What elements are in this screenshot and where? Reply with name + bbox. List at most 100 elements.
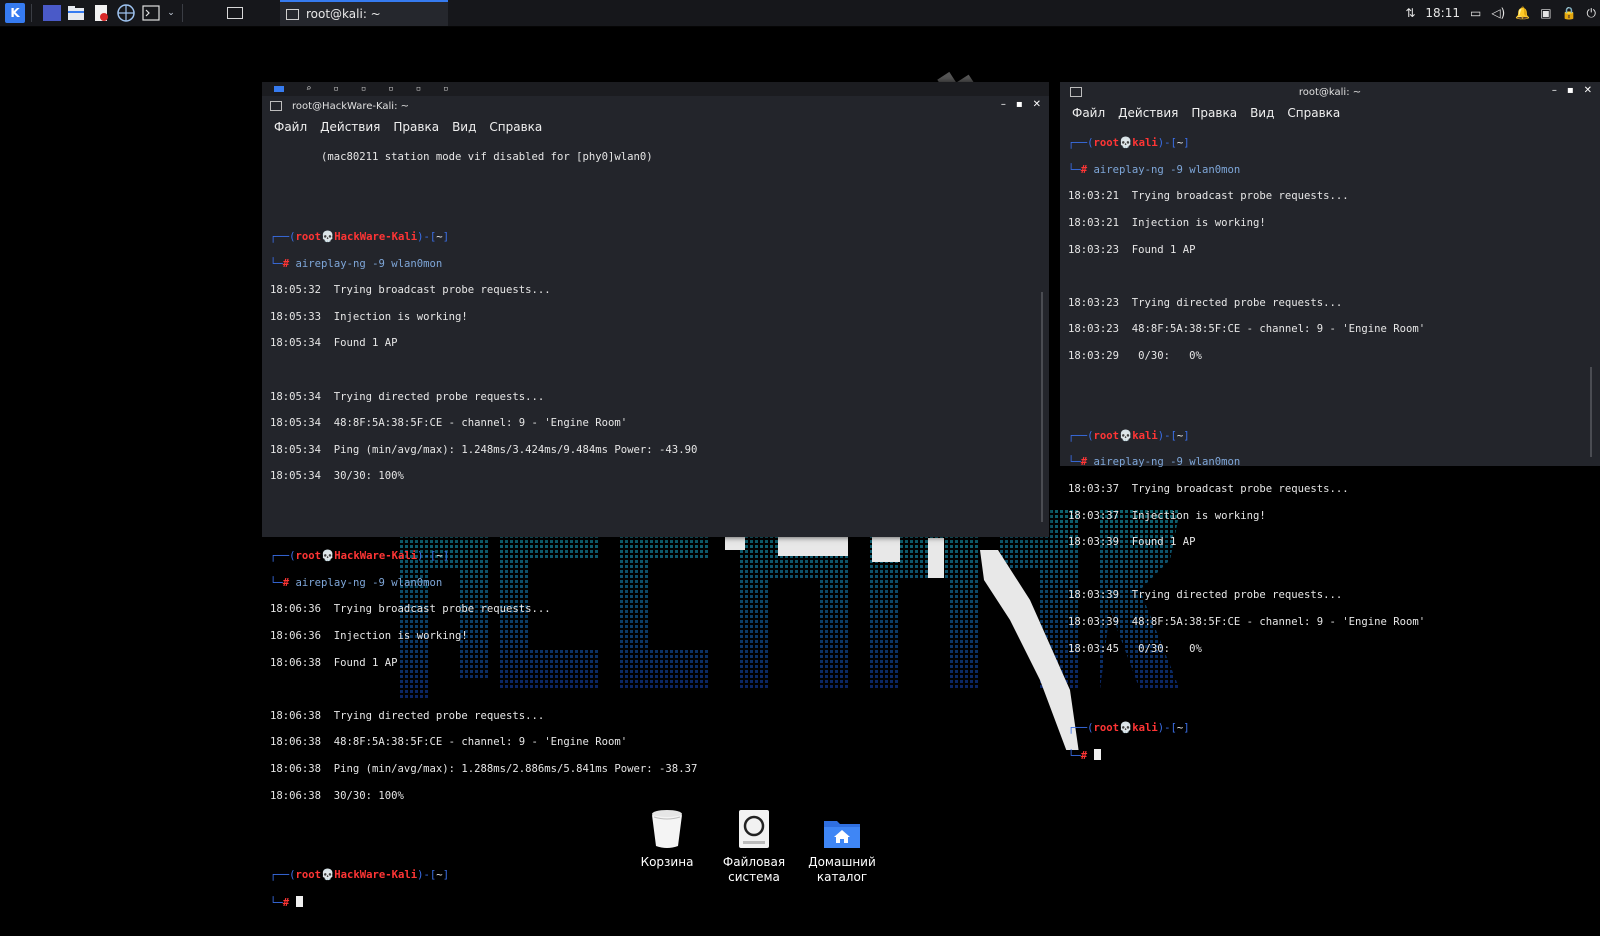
text-editor-icon[interactable] xyxy=(91,3,111,23)
prompt-header: ┌──(root💀kali)-[~] xyxy=(1068,137,1190,150)
menu-actions[interactable]: Действия xyxy=(1118,106,1178,120)
terminal-window-kali[interactable]: root@kali: ~ – ▪ ✕ Файл Действия Правка … xyxy=(1060,82,1600,762)
prompt-header: ┌──(root💀HackWare-Kali)-[~] xyxy=(270,231,450,244)
output-line: 18:03:39 48:8F:5A:38:5F:CE - channel: 9 … xyxy=(1068,615,1426,628)
prompt-header: ┌──(root💀HackWare-Kali)-[~] xyxy=(270,869,450,882)
menu-help[interactable]: Справка xyxy=(489,120,542,134)
top-panel: K ⌄ root@kali: ~ ⇅ 18:11 ▭ ◁) 🔔 ▣ 🔒 ⏻ xyxy=(0,0,1600,27)
window-title: root@kali: ~ xyxy=(1298,86,1362,98)
workspace-1-icon[interactable] xyxy=(225,3,245,23)
web-browser-icon[interactable] xyxy=(116,3,136,23)
desktop-icon-trash[interactable]: Корзина xyxy=(622,805,712,870)
output-line: 18:05:34 30/30: 100% xyxy=(270,470,404,483)
prompt-command: └─# aireplay-ng -9 wlan0mon xyxy=(270,257,443,270)
output-line: 18:06:38 Ping (min/avg/max): 1.288ms/2.8… xyxy=(270,762,698,775)
network-icon[interactable]: ⇅ xyxy=(1405,6,1415,20)
desktop-icon-label: Корзина xyxy=(640,855,694,869)
new-tab-icon[interactable] xyxy=(274,86,284,92)
maximize-icon[interactable]: ▪ xyxy=(1567,85,1574,96)
window-controls: – ▪ ✕ xyxy=(1001,99,1041,110)
terminal-output[interactable]: ┌──(root💀kali)-[~] └─# aireplay-ng -9 wl… xyxy=(1060,124,1600,789)
chevron-down-icon[interactable]: ⌄ xyxy=(166,3,176,23)
prompt-input[interactable]: └─# xyxy=(1068,748,1600,762)
output-line: 18:06:38 30/30: 100% xyxy=(270,789,404,802)
desktop-icon-label: Файловая система xyxy=(722,855,786,884)
output-line: 18:05:34 Ping (min/avg/max): 1.248ms/3.4… xyxy=(270,443,698,456)
home-folder-icon xyxy=(824,821,860,848)
paste-icon[interactable]: ▫ xyxy=(361,84,366,94)
output-line: 18:03:39 Found 1 AP xyxy=(1068,536,1196,549)
prompt-command: └─# aireplay-ng -9 wlan0mon xyxy=(1068,456,1241,469)
output-line: 18:03:45 0/30: 0% xyxy=(1068,642,1202,655)
desktop-icon-filesystem[interactable]: Файловая система xyxy=(709,805,799,885)
power-manager-icon[interactable]: ▣ xyxy=(1540,6,1551,20)
scrollbar[interactable] xyxy=(1041,292,1043,522)
menu-view[interactable]: Вид xyxy=(1250,106,1274,120)
menu-help[interactable]: Справка xyxy=(1287,106,1340,120)
window-controls: – ▪ ✕ xyxy=(1552,85,1592,96)
output-line: 18:03:21 Injection is working! xyxy=(1068,217,1266,230)
menu-file[interactable]: Файл xyxy=(1072,106,1105,120)
desktop-icon-label: Домашний каталог xyxy=(808,855,876,884)
minimize-icon[interactable]: – xyxy=(1001,99,1006,110)
prompt-command: └─# aireplay-ng -9 wlan0mon xyxy=(1068,163,1241,176)
output-line: 18:03:23 Trying directed probe requests.… xyxy=(1068,296,1343,309)
scrollbar[interactable] xyxy=(1590,367,1592,457)
taskbar-window-title: root@kali: ~ xyxy=(306,7,381,21)
terminal-icon xyxy=(270,101,282,111)
screen-icon[interactable]: ▭ xyxy=(1470,6,1481,20)
menu-view[interactable]: Вид xyxy=(452,120,476,134)
clock[interactable]: 18:11 xyxy=(1425,6,1460,20)
lock-icon[interactable]: 🔒 xyxy=(1562,6,1577,20)
terminal-titlebar[interactable]: root@kali: ~ – ▪ ✕ xyxy=(1060,82,1600,102)
copy-icon[interactable]: ▫ xyxy=(333,84,338,94)
output-line: 18:03:23 Found 1 AP xyxy=(1068,243,1196,256)
menu-file[interactable]: Файл xyxy=(274,120,307,134)
system-tray: ⇅ 18:11 ▭ ◁) 🔔 ▣ 🔒 ⏻ xyxy=(1405,0,1596,26)
terminal-launcher-icon[interactable] xyxy=(141,3,161,23)
save-icon[interactable]: ▫ xyxy=(388,84,393,94)
file-manager-icon[interactable] xyxy=(66,3,86,23)
tab-icon[interactable]: ▫ xyxy=(443,84,448,94)
text-cursor xyxy=(1093,748,1101,760)
output-line: 18:06:36 Injection is working! xyxy=(270,629,468,642)
output-line: 18:03:37 Injection is working! xyxy=(1068,509,1266,522)
prompt-input[interactable]: └─# xyxy=(270,895,1049,909)
terminal-window-hackware[interactable]: ⌕ ▫ ▫ ▫ ▫ ▫ root@HackWare-Kali: ~ – ▪ ✕ … xyxy=(262,82,1049,909)
maximize-icon[interactable]: ▪ xyxy=(1016,99,1023,110)
logout-icon[interactable]: ⏻ xyxy=(1587,6,1597,21)
clear-icon[interactable]: ▫ xyxy=(416,84,421,94)
terminal-titlebar[interactable]: root@HackWare-Kali: ~ – ▪ ✕ xyxy=(262,96,1049,116)
menu-edit[interactable]: Правка xyxy=(393,120,439,134)
search-icon[interactable]: ⌕ xyxy=(306,84,311,94)
notification-bell-icon[interactable]: 🔔 xyxy=(1515,6,1530,20)
terminal-icon xyxy=(1070,87,1082,97)
prompt-header: ┌──(root💀HackWare-Kali)-[~] xyxy=(270,550,450,563)
output-line: 18:03:39 Trying directed probe requests.… xyxy=(1068,589,1343,602)
panel-separator xyxy=(182,4,183,22)
kali-menu-icon[interactable]: K xyxy=(5,3,25,23)
output-line: 18:06:36 Trying broadcast probe requests… xyxy=(270,603,551,616)
output-line: 18:06:38 Found 1 AP xyxy=(270,656,398,669)
output-line: 18:06:38 Trying directed probe requests.… xyxy=(270,709,545,722)
close-icon[interactable]: ✕ xyxy=(1033,99,1041,110)
terminal-icon xyxy=(286,8,299,20)
volume-icon[interactable]: ◁) xyxy=(1491,6,1505,20)
output-line: (mac80211 station mode vif disabled for … xyxy=(270,151,653,164)
minimize-icon[interactable]: – xyxy=(1552,85,1557,96)
taskbar-window-button[interactable]: root@kali: ~ xyxy=(280,0,448,26)
show-desktop-icon[interactable] xyxy=(43,5,61,21)
panel-separator xyxy=(31,4,32,22)
menu-actions[interactable]: Действия xyxy=(320,120,380,134)
menu-edit[interactable]: Правка xyxy=(1191,106,1237,120)
desktop-icon-home[interactable]: Домашний каталог xyxy=(797,805,887,885)
close-icon[interactable]: ✕ xyxy=(1584,85,1592,96)
